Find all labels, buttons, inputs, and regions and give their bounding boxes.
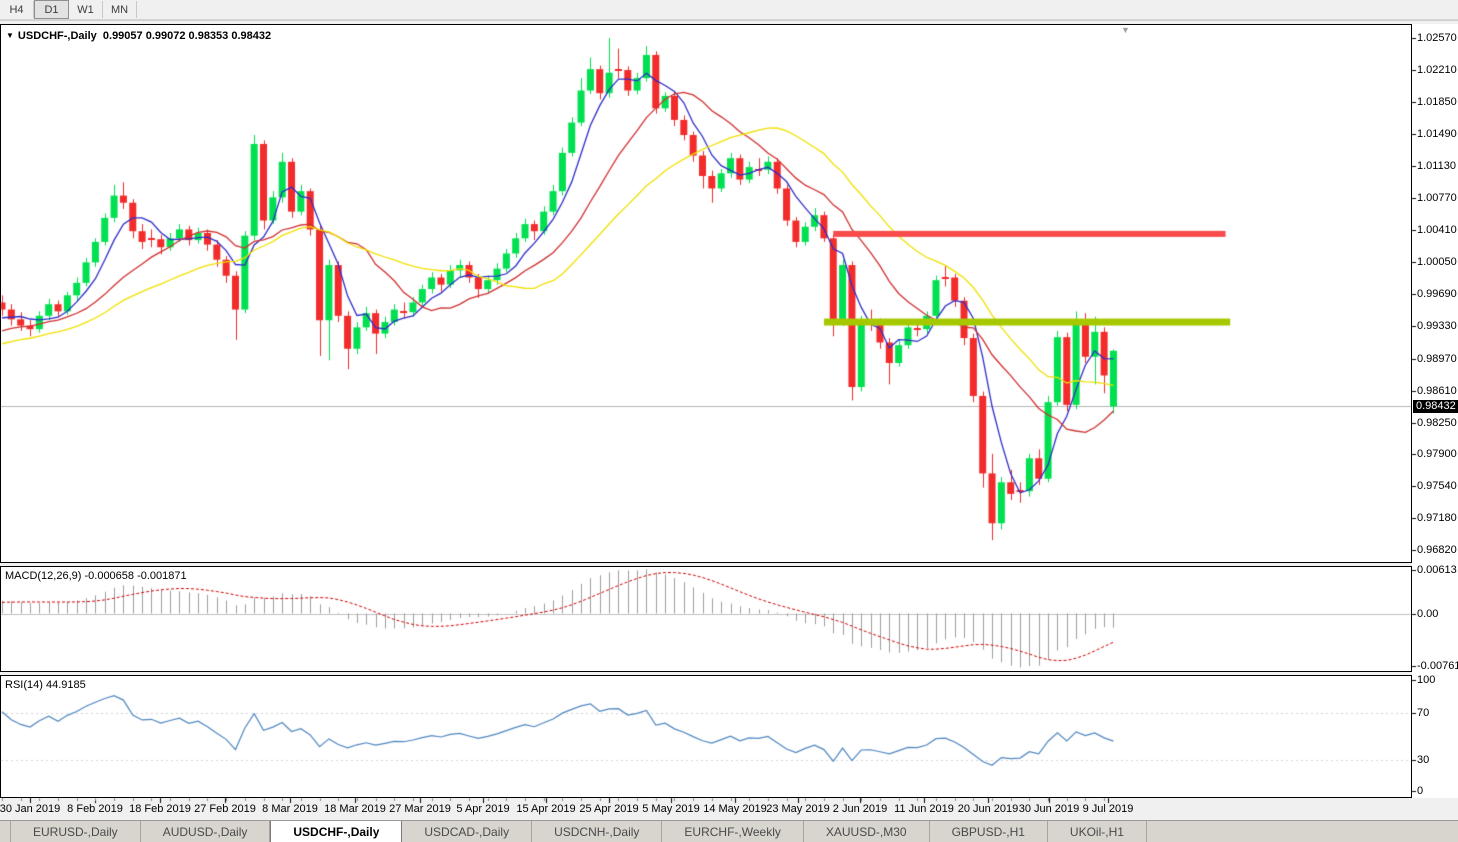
price-axis-label: 0.97180	[1417, 512, 1457, 524]
macd-axis-label: 0.00613	[1417, 564, 1457, 576]
current-price-tag: 0.98432	[1413, 400, 1458, 413]
date-axis-label: 30 Jan 2019	[0, 803, 60, 815]
date-axis-label: 9 Jul 2019	[1083, 803, 1134, 815]
chart-tab-usdcnh-daily[interactable]: USDCNH-,Daily	[532, 821, 662, 842]
price-axis-label: 0.98970	[1417, 353, 1457, 365]
date-axis-label: 11 Jun 2019	[894, 803, 954, 815]
chart-title: ▼ USDCHF-,Daily 0.99057 0.99072 0.98353 0…	[6, 30, 271, 42]
price-axis-label: 1.00410	[1417, 224, 1457, 236]
date-axis-label: 23 May 2019	[766, 803, 830, 815]
chart-shift-marker-icon[interactable]: ▼	[1121, 25, 1130, 35]
price-axis-label: 1.01490	[1417, 128, 1457, 140]
macd-axis-label: 0.00	[1417, 608, 1438, 620]
chart-tab-audusd-daily[interactable]: AUDUSD-,Daily	[141, 821, 271, 842]
price-axis-label: 0.98250	[1417, 417, 1457, 429]
price-axis-label: 1.02210	[1417, 64, 1457, 76]
macd-values: -0.000658 -0.001871	[84, 570, 186, 582]
rsi-axis-label: 30	[1417, 754, 1429, 766]
rsi-value: 44.9185	[46, 679, 86, 691]
rsi-axis-label: 70	[1417, 707, 1429, 719]
rsi-label: RSI(14) 44.9185	[5, 679, 86, 691]
date-axis-label: 2 Jun 2019	[833, 803, 887, 815]
chart-title-symbol: USDCHF-,Daily	[18, 30, 97, 42]
chart-tab-eurusd-daily[interactable]: EURUSD-,Daily	[11, 821, 141, 842]
date-axis-label: 25 Apr 2019	[579, 803, 638, 815]
date-axis-label: 20 Jun 2019	[958, 803, 1019, 815]
macd-label: MACD(12,26,9) -0.000658 -0.001871	[5, 570, 187, 582]
price-axis-label: 1.00050	[1417, 256, 1457, 268]
date-axis-label: 15 Apr 2019	[516, 803, 575, 815]
price-axis-label: 1.00770	[1417, 192, 1457, 204]
chart-canvas[interactable]	[0, 0, 1458, 842]
price-axis-label: 1.01130	[1417, 160, 1456, 172]
chart-tab-usdcad-daily[interactable]: USDCAD-,Daily	[402, 821, 532, 842]
date-axis-label: 14 May 2019	[703, 803, 767, 815]
macd-axis-label: -0.007612	[1417, 660, 1458, 672]
date-axis-label: 5 May 2019	[642, 803, 699, 815]
chart-tab-gbpusd-h1[interactable]: GBPUSD-,H1	[930, 821, 1048, 842]
chart-tab-xauusd-m30[interactable]: XAUUSD-,M30	[804, 821, 930, 842]
collapse-arrow-icon[interactable]: ▼	[6, 31, 14, 40]
chart-tab-ukoil-h1[interactable]: UKOil-,H1	[1048, 821, 1147, 842]
price-axis-label: 0.99330	[1417, 320, 1457, 332]
tab-bar-lead	[0, 821, 11, 842]
chart-tab-bar: EURUSD-,DailyAUDUSD-,DailyUSDCHF-,DailyU…	[0, 820, 1458, 842]
date-axis-label: 5 Apr 2019	[456, 803, 509, 815]
rsi-name: RSI(14)	[5, 679, 43, 691]
price-axis-label: 0.97540	[1417, 480, 1457, 492]
date-axis-label: 27 Feb 2019	[194, 803, 256, 815]
chart-title-ohlc: 0.99057 0.99072 0.98353 0.98432	[103, 30, 271, 42]
chart-tab-usdchf-daily[interactable]: USDCHF-,Daily	[270, 821, 402, 842]
macd-name: MACD(12,26,9)	[5, 570, 81, 582]
price-axis-label: 0.97900	[1417, 448, 1457, 460]
price-axis-label: 1.01850	[1417, 96, 1457, 108]
price-axis-label: 0.99690	[1417, 288, 1457, 300]
rsi-axis-label: 0	[1417, 785, 1423, 797]
date-axis-label: 18 Feb 2019	[129, 803, 191, 815]
price-axis-label: 1.02570	[1417, 32, 1457, 44]
price-axis-label: 0.98610	[1417, 385, 1457, 397]
date-axis-label: 18 Mar 2019	[324, 803, 386, 815]
date-axis-label: 8 Mar 2019	[262, 803, 318, 815]
mt4-window: H4D1W1MN ▼USDCHF-,Daily 0.99057 0.99072 …	[0, 0, 1458, 842]
date-axis-label: 8 Feb 2019	[67, 803, 123, 815]
chart-tab-eurchf-weekly[interactable]: EURCHF-,Weekly	[662, 821, 803, 842]
date-axis-label: 27 Mar 2019	[389, 803, 451, 815]
price-axis-label: 0.96820	[1417, 544, 1457, 556]
rsi-axis-label: 100	[1417, 674, 1435, 686]
date-axis-label: 30 Jun 2019	[1019, 803, 1080, 815]
